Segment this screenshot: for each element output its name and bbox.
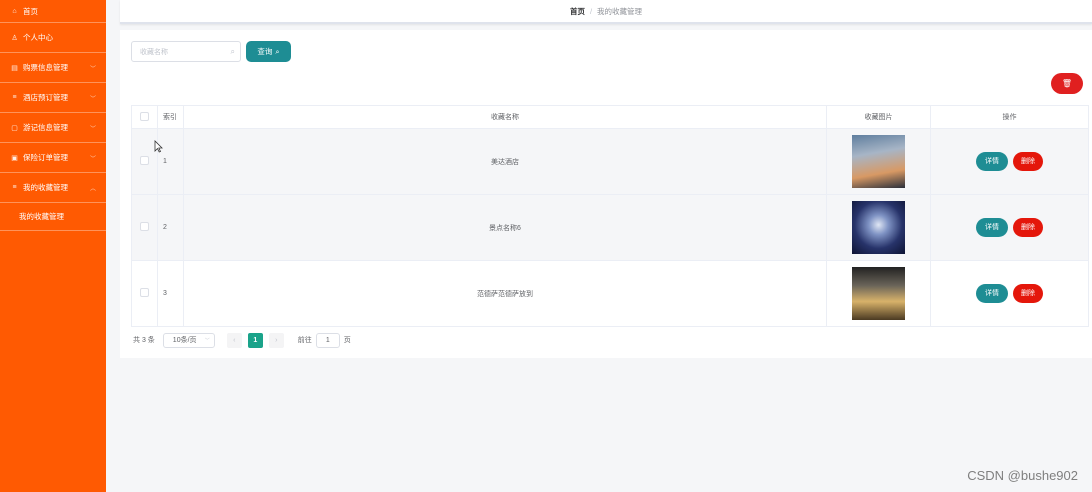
page-number-current[interactable]: 1 (247, 332, 263, 348)
select-all-checkbox[interactable] (140, 111, 149, 121)
chevron-down-icon: ﹀ (204, 337, 210, 344)
search-icon: ⌕ (230, 47, 235, 56)
row-checkbox-cell (131, 260, 158, 327)
sidebar: ⌂ 首页 ♙ 个人中心 ▤ 购票信息管理 ﹀ ≡ 酒店预订管理 ﹀ ▢ 游记信息… (0, 0, 106, 492)
hotel-building-photo (852, 135, 905, 188)
chevron-down-icon: ﹀ (89, 126, 96, 132)
table-row: 1 美达酒店 详情 删除 (131, 128, 1089, 195)
sidebar-item-favorites[interactable]: ≡ 我的收藏管理 ︿ (0, 173, 106, 203)
sidebar-item-label: 酒店预订管理 (23, 93, 68, 102)
chevron-down-icon: ﹀ (89, 96, 96, 102)
row-actions: 详情 删除 (930, 260, 1089, 327)
chevron-up-icon: ︿ (89, 186, 96, 192)
sidebar-item-label: 首页 (23, 6, 38, 16)
row-image-cell (826, 194, 931, 261)
lake-tree-sunset-photo (852, 267, 905, 320)
sidebar-item-insurance[interactable]: ▣ 保险订单管理 ﹀ (0, 143, 106, 173)
sidebar-item-label: 个人中心 (23, 33, 53, 42)
row-name: 景点名称6 (183, 194, 827, 261)
detail-button[interactable]: 详情 (976, 284, 1008, 303)
search-placeholder: 收藏名称 (140, 48, 168, 56)
sidebar-item-tickets[interactable]: ▤ 购票信息管理 ﹀ (0, 53, 106, 83)
header-image: 收藏图片 (826, 105, 931, 129)
delete-button[interactable]: 删除 (1013, 284, 1043, 303)
ticket-icon: ▤ (11, 64, 18, 72)
page-suffix: 页 (343, 337, 351, 344)
select-all-cell (131, 105, 158, 129)
breadcrumb-separator: / (589, 6, 593, 16)
header-name: 收藏名称 (183, 105, 827, 129)
row-actions: 详情 删除 (930, 194, 1089, 261)
batch-delete-button[interactable]: 🗑 (1051, 73, 1083, 94)
sidebar-item-label: 购票信息管理 (23, 63, 68, 72)
row-index: 1 (157, 128, 184, 195)
pagination: 共 3 条 10条/页 ﹀ ‹ 1 › 前往 1 页 (133, 332, 351, 348)
prev-page-button[interactable]: ‹ (226, 332, 242, 348)
header-actions: 操作 (930, 105, 1089, 129)
chevron-right-icon: › (275, 336, 278, 344)
header-index: 索引 (157, 105, 184, 129)
main-content: 收藏名称 ⌕ 查询 ⌕ 🗑 索引 收藏名称 收藏图片 操作 1 美达酒店 详情 … (120, 30, 1092, 358)
query-button-label: 查询 (257, 47, 273, 56)
row-name: 范德萨范德萨放到 (183, 260, 827, 327)
chevron-down-icon: ﹀ (89, 66, 96, 72)
row-image-cell (826, 260, 931, 327)
user-icon: ♙ (11, 34, 18, 42)
row-checkbox-cell (131, 194, 158, 261)
next-page-button[interactable]: › (268, 332, 284, 348)
sidebar-item-profile[interactable]: ♙ 个人中心 (0, 23, 106, 53)
row-checkbox[interactable] (140, 222, 149, 231)
sidebar-item-label: 游记信息管理 (23, 123, 68, 132)
row-index: 3 (157, 260, 184, 327)
sidebar-menu: ⌂ 首页 ♙ 个人中心 ▤ 购票信息管理 ﹀ ≡ 酒店预订管理 ﹀ ▢ 游记信息… (0, 0, 106, 231)
pagination-total: 共 3 条 (133, 337, 155, 344)
detail-button[interactable]: 详情 (976, 152, 1008, 171)
favorites-table: 索引 收藏名称 收藏图片 操作 1 美达酒店 详情 删除 2 景点名称6 详情 … (131, 105, 1089, 327)
trash-icon: 🗑 (1061, 79, 1073, 88)
table-header-row: 索引 收藏名称 收藏图片 操作 (131, 105, 1089, 129)
row-actions: 详情 删除 (930, 128, 1089, 195)
delete-button[interactable]: 删除 (1013, 152, 1043, 171)
delete-button[interactable]: 删除 (1013, 218, 1043, 237)
goto-page-input[interactable]: 1 (315, 332, 340, 348)
sidebar-item-label: 我的收藏管理 (23, 183, 68, 192)
home-icon: ⌂ (12, 7, 17, 15)
sidebar-item-hotel-booking[interactable]: ≡ 酒店预订管理 ﹀ (0, 83, 106, 113)
list-icon: ≡ (12, 184, 17, 191)
chevron-down-icon: ﹀ (89, 156, 96, 162)
table-row: 2 景点名称6 详情 删除 (131, 194, 1089, 261)
list-icon: ≡ (12, 94, 17, 101)
sidebar-subitem-favorites-manage[interactable]: 我的收藏管理 (0, 203, 106, 231)
mouse-cursor-icon (154, 140, 163, 153)
document-icon: ▢ (11, 124, 18, 132)
sidebar-subitem-label: 我的收藏管理 (19, 212, 64, 221)
starry-sky-photo (852, 201, 905, 254)
sidebar-item-label: 保险订单管理 (23, 153, 68, 162)
row-checkbox-cell (131, 128, 158, 195)
file-icon: ▣ (11, 154, 18, 162)
search-input[interactable]: 收藏名称 ⌕ (131, 41, 241, 62)
watermark: CSDN @bushe902 (967, 468, 1078, 483)
row-index: 2 (157, 194, 184, 261)
top-breadcrumb-bar: 首页 / 我的收藏管理 (120, 0, 1092, 24)
breadcrumb-home[interactable]: 首页 (570, 6, 585, 17)
detail-button[interactable]: 详情 (976, 218, 1008, 237)
search-icon: ⌕ (275, 46, 280, 56)
sidebar-item-home[interactable]: ⌂ 首页 (0, 0, 106, 23)
row-checkbox[interactable] (140, 156, 149, 165)
query-button[interactable]: 查询 ⌕ (246, 41, 291, 62)
breadcrumb-current: 我的收藏管理 (597, 6, 643, 16)
table-row: 3 范德萨范德萨放到 详情 删除 (131, 260, 1089, 327)
chevron-left-icon: ‹ (233, 336, 236, 344)
page-size-select[interactable]: 10条/页 ﹀ (162, 332, 215, 348)
row-name: 美达酒店 (183, 128, 827, 195)
goto-label: 前往 (297, 337, 312, 344)
page-size-value: 10条/页 (172, 337, 197, 344)
sidebar-item-travel-notes[interactable]: ▢ 游记信息管理 ﹀ (0, 113, 106, 143)
row-image-cell (826, 128, 931, 195)
row-checkbox[interactable] (140, 288, 149, 297)
